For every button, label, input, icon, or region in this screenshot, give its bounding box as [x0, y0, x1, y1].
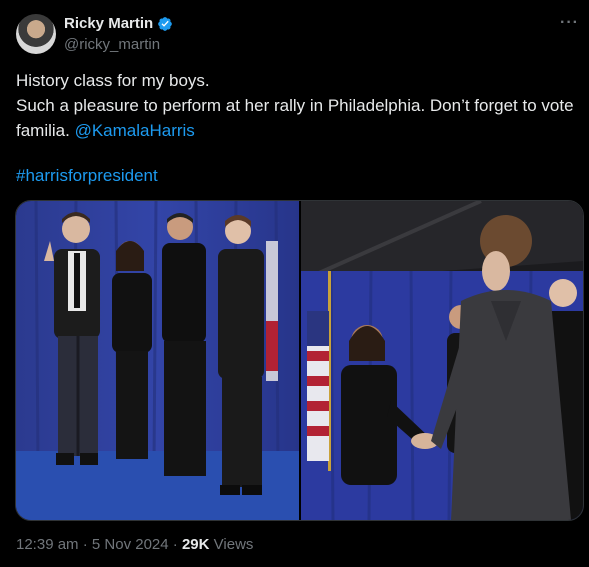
tweet-line-2: Such a pleasure to perform at her rally … [16, 93, 576, 143]
author-avatar[interactable] [16, 14, 56, 54]
hashtag-link[interactable]: #harrisforpresident [16, 163, 158, 188]
views-count[interactable]: 29K [182, 536, 210, 553]
tweet-line-1: History class for my boys. [16, 71, 210, 90]
tweet-date[interactable]: 5 Nov 2024 [92, 536, 169, 553]
more-options-icon[interactable]: ··· [560, 14, 579, 32]
mention-link[interactable]: @KamalaHarris [75, 121, 195, 140]
meta-separator-2: · [168, 536, 182, 553]
meta-separator: · [78, 536, 92, 553]
views-label: Views [209, 536, 254, 553]
author-display-name[interactable]: Ricky Martin [64, 15, 153, 32]
tweet-time[interactable]: 12:39 am [16, 536, 79, 553]
group-photo-image[interactable] [16, 201, 299, 520]
tweet-meta: 12:39 am · 5 Nov 2024 · 29K Views [16, 536, 253, 553]
tweet-text: History class for my boys. Such a pleasu… [16, 68, 576, 143]
handshake-photo-image[interactable] [301, 201, 583, 520]
author-handle[interactable]: @ricky_martin [64, 36, 160, 53]
verified-badge-icon [158, 16, 173, 31]
media-grid [15, 200, 584, 521]
author-name-row: Ricky Martin [64, 15, 173, 32]
